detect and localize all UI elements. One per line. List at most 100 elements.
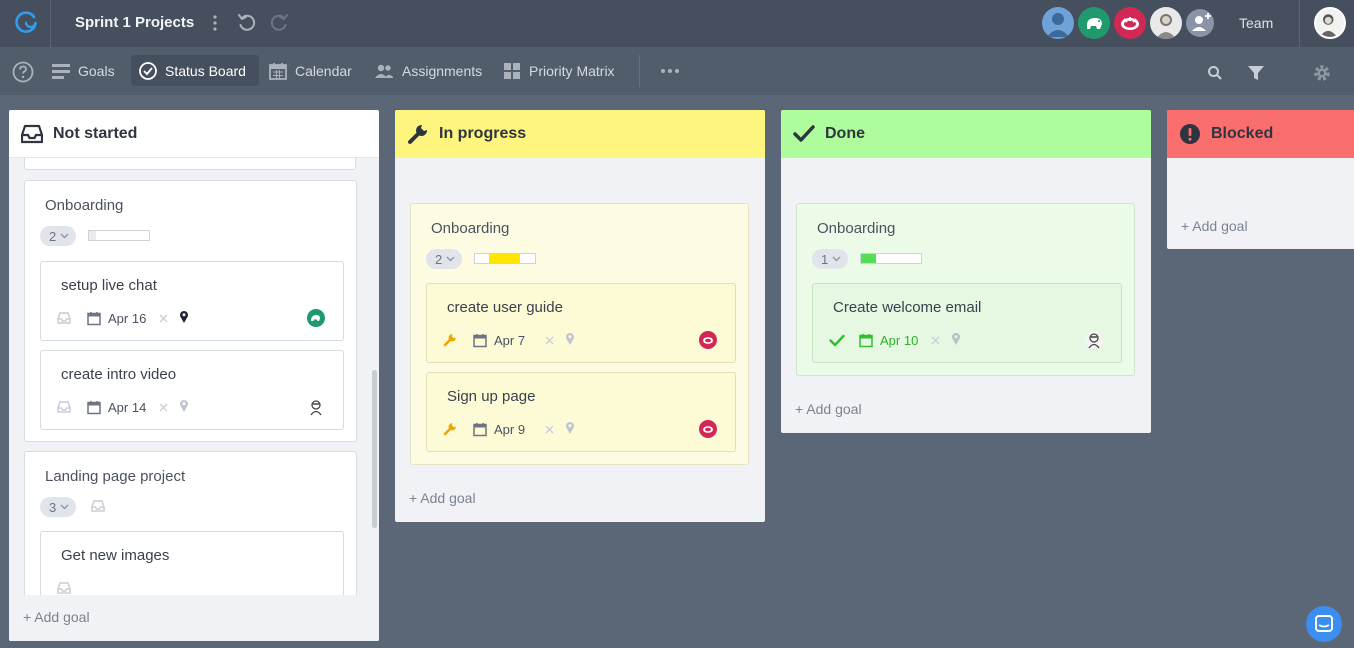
calendar-icon[interactable] [473,333,487,348]
inbox-icon [21,124,43,143]
undo-icon[interactable] [236,12,258,34]
due-date[interactable]: Apr 16 [108,311,146,326]
tab-label: Calendar [295,62,352,79]
card-meta: Apr 10 [829,331,1109,351]
card-meta: Apr 14 [57,398,337,418]
goal-group[interactable]: Onboarding 2 setup live chat Apr 16 crea… [24,180,357,442]
clear-date-icon[interactable] [931,336,940,345]
goal-card[interactable]: create user guide Apr 7 [426,283,736,363]
project-title[interactable]: Sprint 1 Projects [75,14,194,31]
green-creature-avatar[interactable] [1078,7,1110,39]
group-title: Onboarding [45,197,124,214]
count-value: 2 [49,228,57,244]
column-not-started: Not started Onboarding 2 setup live chat… [9,110,379,641]
goal-card[interactable]: Sign up page Apr 9 [426,372,736,452]
tab-goals[interactable]: Goals [44,55,125,86]
count-dropdown[interactable]: 3 [40,497,76,517]
calendar-icon[interactable] [87,400,101,415]
count-dropdown[interactable]: 2 [426,249,462,269]
card-meta: Apr 7 [443,331,723,351]
count-dropdown[interactable]: 1 [812,249,848,269]
team-label[interactable]: Team [1239,15,1273,31]
gear-icon[interactable] [1312,63,1332,83]
goal-card[interactable]: create intro video Apr 14 [40,350,344,430]
people-icon [375,64,393,78]
checkmark-icon[interactable] [829,334,845,347]
add-goal-button[interactable]: + Add goal [1181,218,1248,234]
wrench-icon[interactable] [443,333,457,347]
add-goal-button[interactable]: + Add goal [409,490,476,506]
card-title: Get new images [61,547,170,564]
group-card-partial[interactable] [24,158,356,170]
red-creature-avatar[interactable] [1114,7,1146,39]
search-icon[interactable] [1207,65,1223,81]
goal-card[interactable]: setup live chat Apr 16 [40,261,344,341]
clear-date-icon[interactable] [159,403,168,412]
column-header[interactable]: Done [781,110,1151,158]
calendar-icon[interactable] [87,311,101,326]
current-user-avatar[interactable] [1314,7,1346,39]
calendar-icon [269,62,287,80]
goal-group[interactable]: Onboarding 2 create user guide Apr 7 Sig… [410,203,749,465]
list-icon [52,63,70,79]
red-creature-avatar[interactable] [699,331,717,349]
clear-date-icon[interactable] [545,336,554,345]
column-header[interactable]: Not started [9,110,379,158]
progress-bar [88,230,150,241]
inbox-icon[interactable] [57,312,71,324]
calendar-icon[interactable] [473,422,487,437]
location-pin-icon[interactable] [951,332,961,346]
top-bar: Sprint 1 Projects Team [0,0,1354,47]
inbox-icon[interactable] [57,582,71,594]
location-pin-icon[interactable] [565,332,575,346]
tab-assignments[interactable]: Assignments [366,55,492,86]
due-date[interactable]: Apr 14 [108,400,146,415]
location-pin-icon[interactable] [179,399,189,413]
add-member-icon[interactable] [1186,9,1214,37]
goal-card[interactable]: Create welcome email Apr 10 [812,283,1122,363]
location-pin-icon[interactable] [179,310,189,324]
column-header[interactable]: In progress [395,110,765,158]
add-goal-button[interactable]: + Add goal [23,609,90,625]
tab-status-board[interactable]: Status Board [131,55,259,86]
green-creature-avatar[interactable] [307,309,325,327]
column-header[interactable]: Blocked [1167,110,1354,158]
due-date[interactable]: Apr 10 [880,333,918,348]
user-avatar[interactable] [1042,7,1074,39]
check-circle-icon [139,61,157,80]
chat-launcher-button[interactable] [1306,606,1342,642]
group-title: Landing page project [45,468,186,485]
goal-group[interactable]: Onboarding 1 Create welcome email Apr 10 [796,203,1135,376]
inbox-icon[interactable] [91,500,105,512]
count-value: 1 [821,251,829,267]
chevron-down-icon [446,256,455,262]
tab-priority-matrix[interactable]: Priority Matrix [495,55,625,86]
red-creature-avatar[interactable] [699,420,717,438]
redo-icon[interactable] [268,12,290,34]
clear-date-icon[interactable] [545,425,554,434]
card-meta: Apr 9 [443,420,723,440]
inbox-icon[interactable] [57,401,71,413]
goal-group[interactable]: Landing page project 3 Get new images [24,451,357,611]
portrait-avatar[interactable] [1150,7,1182,39]
column-title: Blocked [1211,125,1274,142]
count-dropdown[interactable]: 2 [40,226,76,246]
tab-calendar[interactable]: Calendar [261,55,362,86]
sketch-portrait-avatar[interactable] [307,398,325,416]
wrench-icon[interactable] [443,422,457,436]
card-title: setup live chat [61,277,157,294]
more-icon[interactable] [660,68,680,74]
due-date[interactable]: Apr 7 [494,333,525,348]
add-goal-button[interactable]: + Add goal [795,401,862,417]
calendar-icon[interactable] [859,333,873,348]
due-date[interactable]: Apr 9 [494,422,525,437]
help-icon[interactable] [12,61,34,83]
location-pin-icon[interactable] [565,421,575,435]
sketch-portrait-avatar[interactable] [1085,331,1103,349]
refresh-logo-icon[interactable] [13,10,39,36]
filter-icon[interactable] [1247,64,1265,82]
card-title: create intro video [61,366,177,383]
clear-date-icon[interactable] [159,314,168,323]
kebab-menu-icon[interactable] [206,13,224,33]
scrollbar[interactable] [372,370,377,528]
